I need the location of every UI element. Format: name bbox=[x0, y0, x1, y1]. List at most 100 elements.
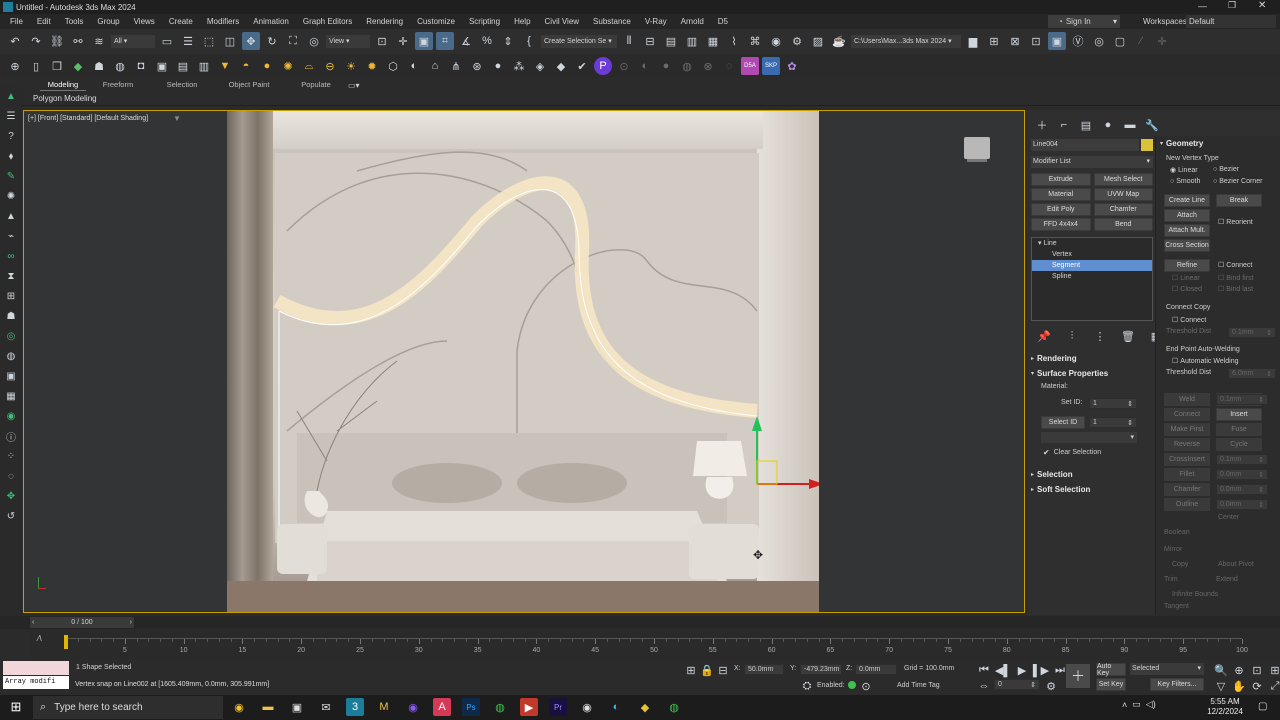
isolate-selection-icon[interactable]: ▣ bbox=[1048, 32, 1066, 50]
edge-icon[interactable]: ◐ bbox=[607, 698, 625, 716]
maya-icon[interactable]: M bbox=[375, 698, 393, 716]
teapot-icon[interactable]: ☗ bbox=[90, 57, 108, 75]
hierarchy-icon[interactable]: ▲ bbox=[3, 88, 19, 105]
radio-bezier[interactable]: ○ Bezier bbox=[1213, 166, 1239, 173]
clock[interactable]: 5:55 AM 12/2/2024 bbox=[1200, 697, 1250, 717]
stack-item-vertex[interactable]: Vertex bbox=[1032, 249, 1152, 260]
d5-plugin-icon[interactable]: D5A bbox=[741, 57, 759, 75]
adaptive-degradation-icon[interactable]: ⛭ bbox=[798, 677, 816, 695]
ribbon-options-icon[interactable]: ▭▾ bbox=[348, 81, 360, 90]
arnold-icon[interactable]: ◎ bbox=[1090, 32, 1108, 50]
ribbon-tab-populate[interactable]: Populate bbox=[284, 80, 348, 91]
angle-snap-icon[interactable]: ∡ bbox=[457, 32, 475, 50]
menu-item-v-ray[interactable]: V-Ray bbox=[645, 17, 667, 26]
stack-item-spline[interactable]: Spline bbox=[1032, 271, 1152, 282]
viewport-filter-icon[interactable]: ▼ bbox=[173, 114, 181, 123]
rendering-rollout[interactable]: ▸ Rendering bbox=[1031, 352, 1149, 364]
material-tool-icon[interactable]: ◈ bbox=[531, 57, 549, 75]
link-icon[interactable]: ⛓ bbox=[48, 32, 66, 50]
vray-proxy-icon[interactable]: ⬡ bbox=[384, 57, 402, 75]
mirror-icon[interactable]: ⫴ bbox=[620, 32, 638, 50]
modifier-button-bend[interactable]: Bend bbox=[1093, 218, 1153, 231]
menu-item-animation[interactable]: Animation bbox=[253, 17, 289, 26]
clear-selection-checkbox[interactable]: ✔ Clear Selection bbox=[1043, 448, 1101, 457]
placement-icon[interactable]: ◎ bbox=[305, 32, 323, 50]
material-name-dropdown[interactable]: ▾ bbox=[1041, 432, 1137, 443]
sky-icon[interactable]: ✹ bbox=[363, 57, 381, 75]
absolute-mode-icon[interactable]: ⊟ bbox=[714, 661, 732, 679]
workspaces-dropdown[interactable]: Default bbox=[1186, 15, 1276, 28]
rotate-icon[interactable]: ↻ bbox=[263, 32, 281, 50]
file-explorer-icon[interactable]: ▬ bbox=[259, 698, 277, 716]
material-sphere-icon[interactable]: ● bbox=[489, 57, 507, 75]
project-folder-icon[interactable]: ▆ bbox=[964, 32, 982, 50]
red-app-icon[interactable]: ▶ bbox=[520, 698, 538, 716]
radio-linear[interactable]: ◉ Linear bbox=[1170, 166, 1198, 175]
eye-icon[interactable]: ◉ bbox=[3, 408, 19, 425]
bend-tool-icon[interactable]: ↺ bbox=[3, 508, 19, 525]
object-tool-2-icon[interactable]: ▤ bbox=[174, 57, 192, 75]
set-key-big-button[interactable]: ＋ bbox=[1066, 664, 1090, 688]
mail-icon[interactable]: ✉ bbox=[317, 698, 335, 716]
spring-icon[interactable]: ∞ bbox=[3, 248, 19, 265]
material-browser-icon[interactable]: ◆ bbox=[552, 57, 570, 75]
menu-item-help[interactable]: Help bbox=[514, 17, 530, 26]
premiere-icon[interactable]: Pr bbox=[549, 698, 567, 716]
cross-section-button[interactable]: Cross Section bbox=[1164, 239, 1210, 252]
redo-icon[interactable]: ↷ bbox=[27, 32, 45, 50]
menu-item-file[interactable]: File bbox=[10, 17, 23, 26]
move-icon[interactable]: ✥ bbox=[242, 32, 260, 50]
orbit-icon[interactable]: ⟳ bbox=[1248, 677, 1266, 695]
track-bar[interactable]: ⁄\ 5 10 15 20 25 30 35 40 45 50 55 60 65 70 75 80 85 90 95… bbox=[30, 630, 1280, 660]
remove-modifier-icon[interactable]: 🗑 bbox=[1119, 327, 1137, 345]
document-icon[interactable]: ▯ bbox=[27, 57, 45, 75]
modifier-list-dropdown[interactable]: Modifier List ▾ bbox=[1031, 156, 1153, 168]
viewport-label[interactable]: [+] [Front] [Standard] [Default Shading] bbox=[28, 115, 148, 122]
menu-item-edit[interactable]: Edit bbox=[37, 17, 51, 26]
tray-chevron-icon[interactable]: ˄ bbox=[1122, 700, 1127, 710]
restore-icon[interactable]: ❐ bbox=[1228, 0, 1236, 11]
select-id-spinner[interactable]: 1 ⇕ bbox=[1089, 417, 1137, 428]
object-color-swatch[interactable] bbox=[1141, 139, 1153, 151]
minimize-icon[interactable]: — bbox=[1198, 1, 1207, 11]
render-production-icon[interactable]: ☕ bbox=[830, 32, 848, 50]
close-icon[interactable]: ✕ bbox=[1258, 0, 1266, 11]
target-icon[interactable]: ◎ bbox=[3, 328, 19, 345]
vray-fur-icon[interactable]: ◐ bbox=[405, 57, 423, 75]
time-config-icon[interactable]: ⚙ bbox=[1042, 677, 1060, 695]
edit-named-selection-icon[interactable]: { bbox=[520, 32, 538, 50]
stack-item-segment[interactable]: Segment bbox=[1032, 260, 1152, 271]
percent-snap-icon[interactable]: % bbox=[478, 32, 496, 50]
object-name-field[interactable]: Line004 bbox=[1031, 139, 1139, 151]
geometry-rollout-header[interactable]: ▾ Geometry bbox=[1160, 139, 1203, 148]
store-icon[interactable]: ▣ bbox=[288, 698, 306, 716]
select-by-name-icon[interactable]: ☰ bbox=[179, 32, 197, 50]
obs-icon[interactable]: ◉ bbox=[578, 698, 596, 716]
bone-icon[interactable]: ⌁ bbox=[3, 228, 19, 245]
time-tag-icon[interactable]: ⊙ bbox=[857, 677, 875, 695]
play-icon[interactable]: ▶ bbox=[1013, 661, 1031, 679]
window-crossing-icon[interactable]: ◫ bbox=[221, 32, 239, 50]
viewcube[interactable] bbox=[964, 137, 990, 159]
viewport[interactable]: [+] [Front] [Standard] [Default Shading]… bbox=[23, 110, 1025, 613]
scene-explorer-icon[interactable]: ☰ bbox=[3, 108, 19, 125]
light-mesh-icon[interactable]: ⊖ bbox=[321, 57, 339, 75]
notifications-icon[interactable]: ▢ bbox=[1258, 701, 1267, 712]
material-multi-icon[interactable]: ⁂ bbox=[510, 57, 528, 75]
project-path-field[interactable]: C:\Users\Max...3ds Max 2024 ▾ bbox=[851, 34, 961, 48]
light-icon[interactable]: ✺ bbox=[3, 188, 19, 205]
rectangular-selection-icon[interactable]: ⬚ bbox=[200, 32, 218, 50]
menu-item-tools[interactable]: Tools bbox=[65, 17, 84, 26]
connect-checkbox[interactable]: ☐ Connect bbox=[1218, 261, 1252, 270]
radio-smooth[interactable]: ○ Smooth bbox=[1170, 178, 1200, 185]
modifier-button-extrude[interactable]: Extrude bbox=[1031, 173, 1091, 186]
toolbar-extra-icon[interactable]: ⁄ bbox=[1132, 32, 1150, 50]
pin-stack-icon[interactable]: 📌 bbox=[1035, 327, 1053, 345]
ribbon-tab-modeling[interactable]: Modeling bbox=[40, 80, 86, 91]
ribbon-tab-object-paint[interactable]: Object Paint bbox=[214, 80, 284, 91]
refine-button[interactable]: Refine bbox=[1164, 259, 1210, 272]
vray-grass-icon[interactable]: ⋔ bbox=[447, 57, 465, 75]
modifier-stack[interactable]: ▾ Line Vertex Segment Spline bbox=[1031, 237, 1153, 321]
y-coordinate-field[interactable]: -479.23mm bbox=[800, 664, 842, 675]
reorient-checkbox[interactable]: ☐ Reorient bbox=[1218, 218, 1253, 227]
